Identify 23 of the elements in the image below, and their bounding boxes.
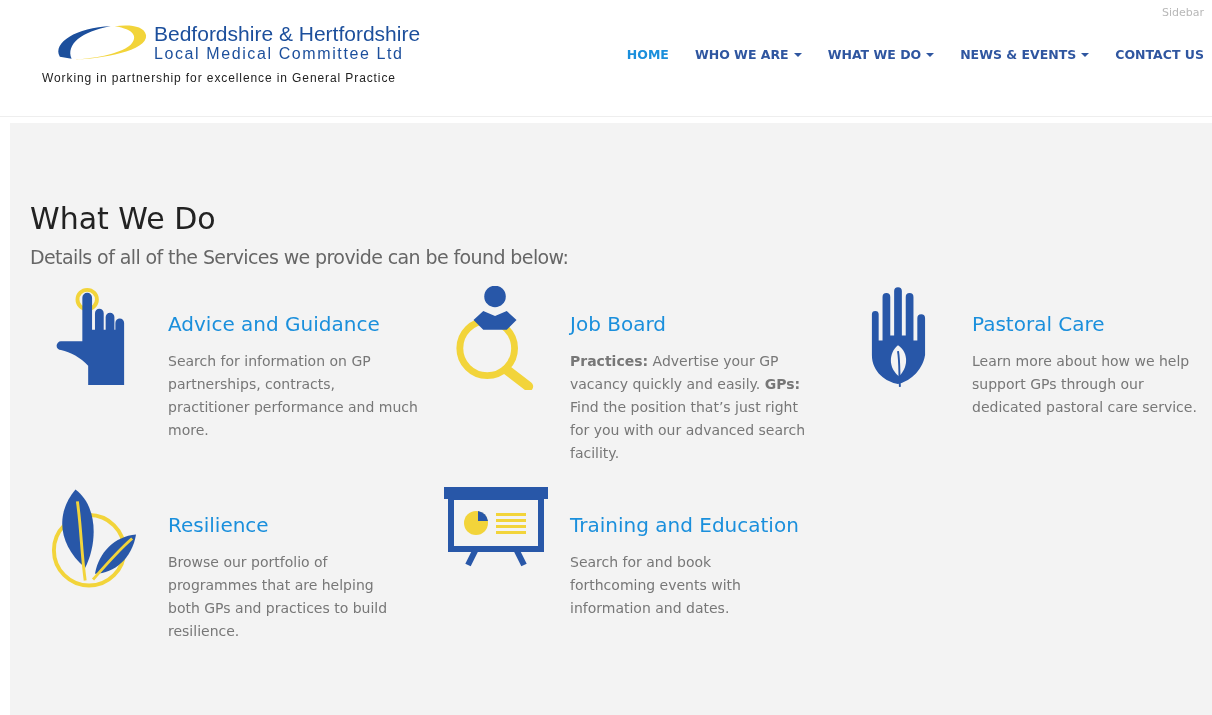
service-title-link[interactable]: Resilience xyxy=(168,513,393,537)
presentation-board-icon xyxy=(444,487,548,567)
service-description: Search for information on GP partnerships, contracts, practitioner performance and much more. xyxy=(168,352,418,440)
logo-tagline: Working in partnership for excellence in General Practice xyxy=(42,71,397,85)
service-title-link[interactable]: Advice and Guidance xyxy=(168,312,418,336)
nav-link[interactable]: CONTACT US xyxy=(1115,47,1204,62)
service-title-link[interactable]: Pastoral Care xyxy=(972,312,1197,336)
nav-link[interactable]: HOME xyxy=(626,47,669,62)
service-description: Browse our portfolio of programmes that are helping both GPs and practices to build resilience. xyxy=(168,553,389,641)
hand-leaf-icon xyxy=(869,286,927,390)
page-subtitle: Details of all of the Services we provide can be found below: xyxy=(30,246,570,268)
nav-link[interactable]: WHAT WE DO xyxy=(827,47,935,62)
service-description: Practices: Advertise your GP vacancy quickly and easily. GPs: Find the position that’s just right for you with our advanced search facility. xyxy=(570,352,807,463)
service-description: Search for and book forthcoming events with information and dates. xyxy=(570,553,742,618)
service-title-link[interactable]: Training and Education xyxy=(570,513,799,537)
logo-title: Bedfordshire & Hertfordshire xyxy=(154,22,421,45)
service-description: Learn more about how we help support GPs through our dedicated pastoral care service. xyxy=(972,352,1197,417)
nav-link[interactable]: WHO WE ARE xyxy=(694,47,802,62)
logo-subtitle: Local Medical Committee Ltd xyxy=(154,45,405,63)
nav-link[interactable]: NEWS & EVENTS xyxy=(960,47,1090,62)
sidebar-label[interactable]: Sidebar xyxy=(1161,6,1204,19)
page-title: What We Do xyxy=(30,201,217,236)
service-title-link[interactable]: Job Board xyxy=(570,312,820,336)
